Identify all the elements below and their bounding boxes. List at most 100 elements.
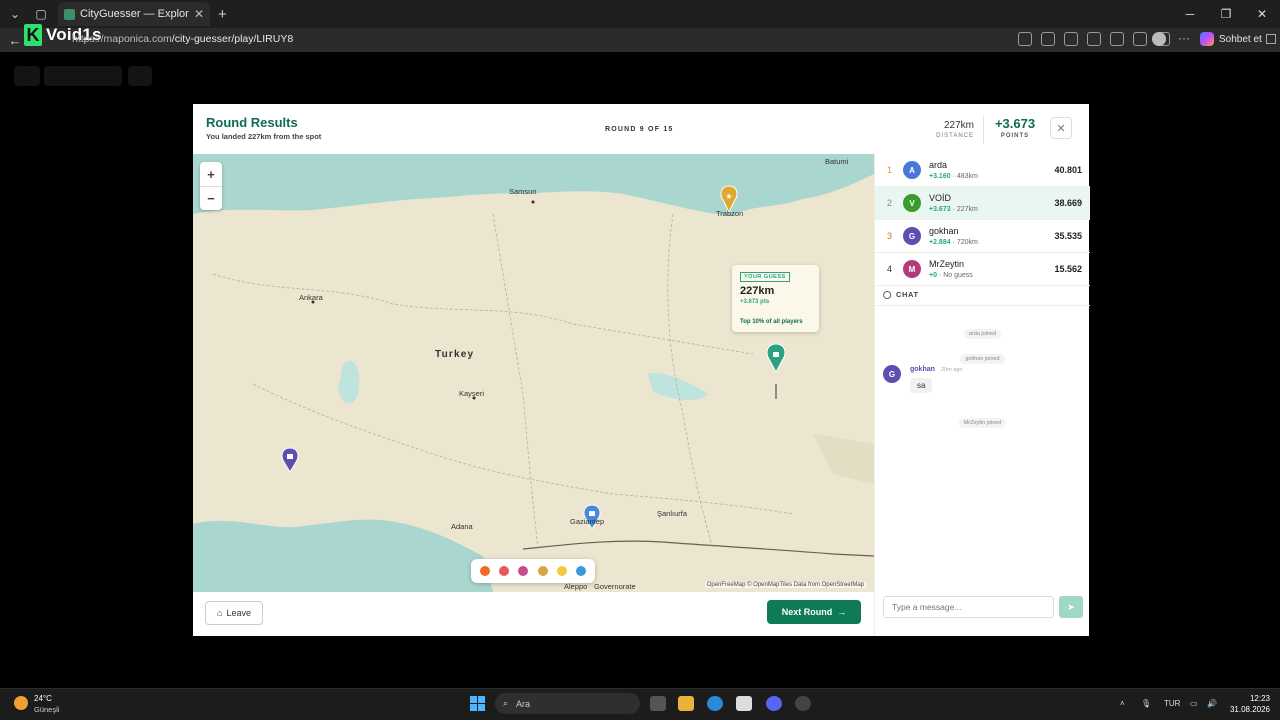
app-icon[interactable]	[795, 696, 811, 711]
black-sea	[193, 154, 874, 216]
avatar: M	[903, 260, 921, 278]
task-view-icon[interactable]	[650, 696, 666, 711]
leaderboard-row: 1 A arda +3.160 · 483km 40.801	[875, 154, 1090, 187]
salt-lake	[338, 360, 360, 404]
player-round-info: +3.673 · 227km	[929, 206, 978, 213]
clap-reaction-icon[interactable]	[556, 566, 567, 576]
language-indicator[interactable]: TUR	[1164, 699, 1180, 708]
message-text: sa	[910, 378, 933, 393]
player-name: arda	[929, 160, 948, 170]
close-window-button[interactable]: ✕	[1244, 0, 1280, 28]
favorite-icon[interactable]	[1064, 32, 1078, 46]
tab-favicon-icon	[64, 8, 75, 20]
network-icon[interactable]: ▭	[1190, 699, 1198, 708]
total-score: 35.535	[1054, 231, 1082, 241]
chat-header: ◯ CHAT	[883, 290, 919, 299]
back-arrow-icon[interactable]: ←	[4, 33, 26, 48]
url-field[interactable]: https://maponica.com/city-guesser/play/L…	[72, 33, 293, 45]
more-menu-icon[interactable]: ···	[1178, 31, 1190, 45]
next-round-button[interactable]: Next Round →	[767, 600, 861, 624]
province-border	[492, 213, 539, 550]
search-placeholder: Ara	[516, 698, 531, 709]
result-map[interactable]: ★ + − Batumi Samsun Ankara Trabzon Kayse…	[193, 154, 874, 592]
reader-icon[interactable]	[1041, 32, 1055, 46]
province-border	[252, 383, 794, 515]
clock[interactable]: 12:23 31.08.2026	[1228, 693, 1270, 715]
system-message: MrZeytin joined	[875, 411, 1090, 429]
tray-overflow-icon[interactable]: ˄	[1120, 699, 1125, 708]
tooltip-rank-note: Top 10% of all players	[740, 319, 803, 325]
volume-icon[interactable]: 🔊	[1207, 699, 1217, 708]
browser-tab-bar: ⌄ ▢ CityGuesser — Explore Real C ✕ + ─ ❐…	[0, 0, 1280, 28]
province-border	[212, 273, 754, 355]
guess-tooltip: YOUR GUESS 227km +3.673 pts Top 10% of a…	[732, 265, 819, 332]
minimize-button[interactable]: ─	[1172, 0, 1208, 28]
send-button[interactable]: ➤	[1059, 596, 1083, 618]
zoom-in-button[interactable]: +	[200, 162, 222, 186]
chat-title: CHAT	[896, 290, 919, 299]
round-distance: · 483km	[952, 173, 978, 180]
url-path: /city-guesser/play/LIRUY8	[171, 33, 294, 45]
taskbar-search[interactable]: ⌕ Ara	[495, 693, 640, 714]
weather-condition[interactable]: Güneşli	[34, 705, 59, 714]
discord-icon[interactable]	[766, 696, 782, 711]
zoom-controls: + −	[200, 162, 222, 210]
copilot-icon[interactable]	[1200, 32, 1214, 46]
restore-button[interactable]: ❐	[1208, 0, 1244, 28]
app-available-icon[interactable]	[1018, 32, 1032, 46]
city-label: Samsun	[509, 187, 537, 196]
avatar: G	[903, 227, 921, 245]
sidebar-toggle-icon[interactable]	[1266, 34, 1276, 44]
tooltip-distance: 227km	[740, 285, 775, 297]
microphone-icon[interactable]: 🎙	[1141, 699, 1151, 708]
modal-subtitle: You landed 227km from the spot	[206, 132, 322, 141]
fire-reaction-icon[interactable]	[479, 566, 490, 576]
leaderboard-row: 4 M MrZeytin +0 · No guess 15.562	[875, 253, 1090, 286]
browser-tab[interactable]: CityGuesser — Explore Real C ✕	[58, 2, 210, 26]
laugh-reaction-icon[interactable]	[498, 566, 509, 576]
avatar: V	[903, 194, 921, 212]
zoom-out-button[interactable]: −	[200, 186, 222, 210]
think-reaction-icon[interactable]	[537, 566, 548, 576]
chat-label[interactable]: Sohbet et	[1219, 34, 1262, 45]
city-label: Kayseri	[459, 389, 485, 398]
start-button[interactable]	[470, 696, 485, 711]
leave-button[interactable]: ⌂ Leave	[205, 601, 263, 625]
shock-reaction-icon[interactable]	[518, 566, 529, 576]
close-modal-button[interactable]: ✕	[1050, 117, 1072, 139]
profile-avatar-icon[interactable]	[1152, 32, 1166, 46]
system-message: arda joined	[875, 322, 1090, 340]
distance-label: DISTANCE	[936, 133, 974, 139]
tab-actions-chevron-icon[interactable]: ⌄	[4, 3, 26, 25]
player-pin-purple[interactable]	[281, 447, 299, 473]
mediterranean-sea	[193, 519, 493, 592]
send-icon: ➤	[1067, 601, 1075, 612]
favorites-list-icon[interactable]	[1133, 32, 1147, 46]
total-score: 38.669	[1054, 198, 1082, 208]
system-message: gokhan joined	[875, 347, 1090, 365]
new-tab-button[interactable]: +	[218, 6, 227, 23]
split-screen-icon[interactable]	[1110, 32, 1124, 46]
workspaces-icon[interactable]: ▢	[30, 3, 52, 25]
system-message-text: gokhan joined	[960, 354, 1005, 364]
file-explorer-icon[interactable]	[678, 696, 694, 711]
store-icon[interactable]	[736, 696, 752, 711]
weather-icon[interactable]	[14, 696, 28, 710]
system-message-text: arda joined	[963, 329, 1002, 339]
void1s-logo-icon: K	[24, 24, 42, 46]
guess-pin[interactable]	[766, 343, 786, 374]
url-host: https://maponica.com	[72, 33, 172, 45]
extensions-icon[interactable]	[1087, 32, 1101, 46]
player-round-info: +3.160 · 483km	[929, 173, 978, 180]
system-message-text: MrZeytin joined	[958, 418, 1007, 428]
globe-reaction-icon[interactable]	[576, 566, 587, 576]
edge-icon[interactable]	[707, 696, 723, 711]
leaderboard-row-current: 2 V VOİD +3.673 · 227km 38.669	[875, 187, 1090, 220]
reaction-bar	[471, 559, 595, 583]
chat-input[interactable]	[883, 596, 1054, 618]
clock-time: 12:23	[1249, 694, 1270, 703]
temperature[interactable]: 24°C	[34, 694, 52, 703]
city-label: Governorate	[594, 582, 636, 591]
rank: 1	[887, 165, 893, 175]
tab-close-icon[interactable]: ✕	[194, 7, 204, 21]
